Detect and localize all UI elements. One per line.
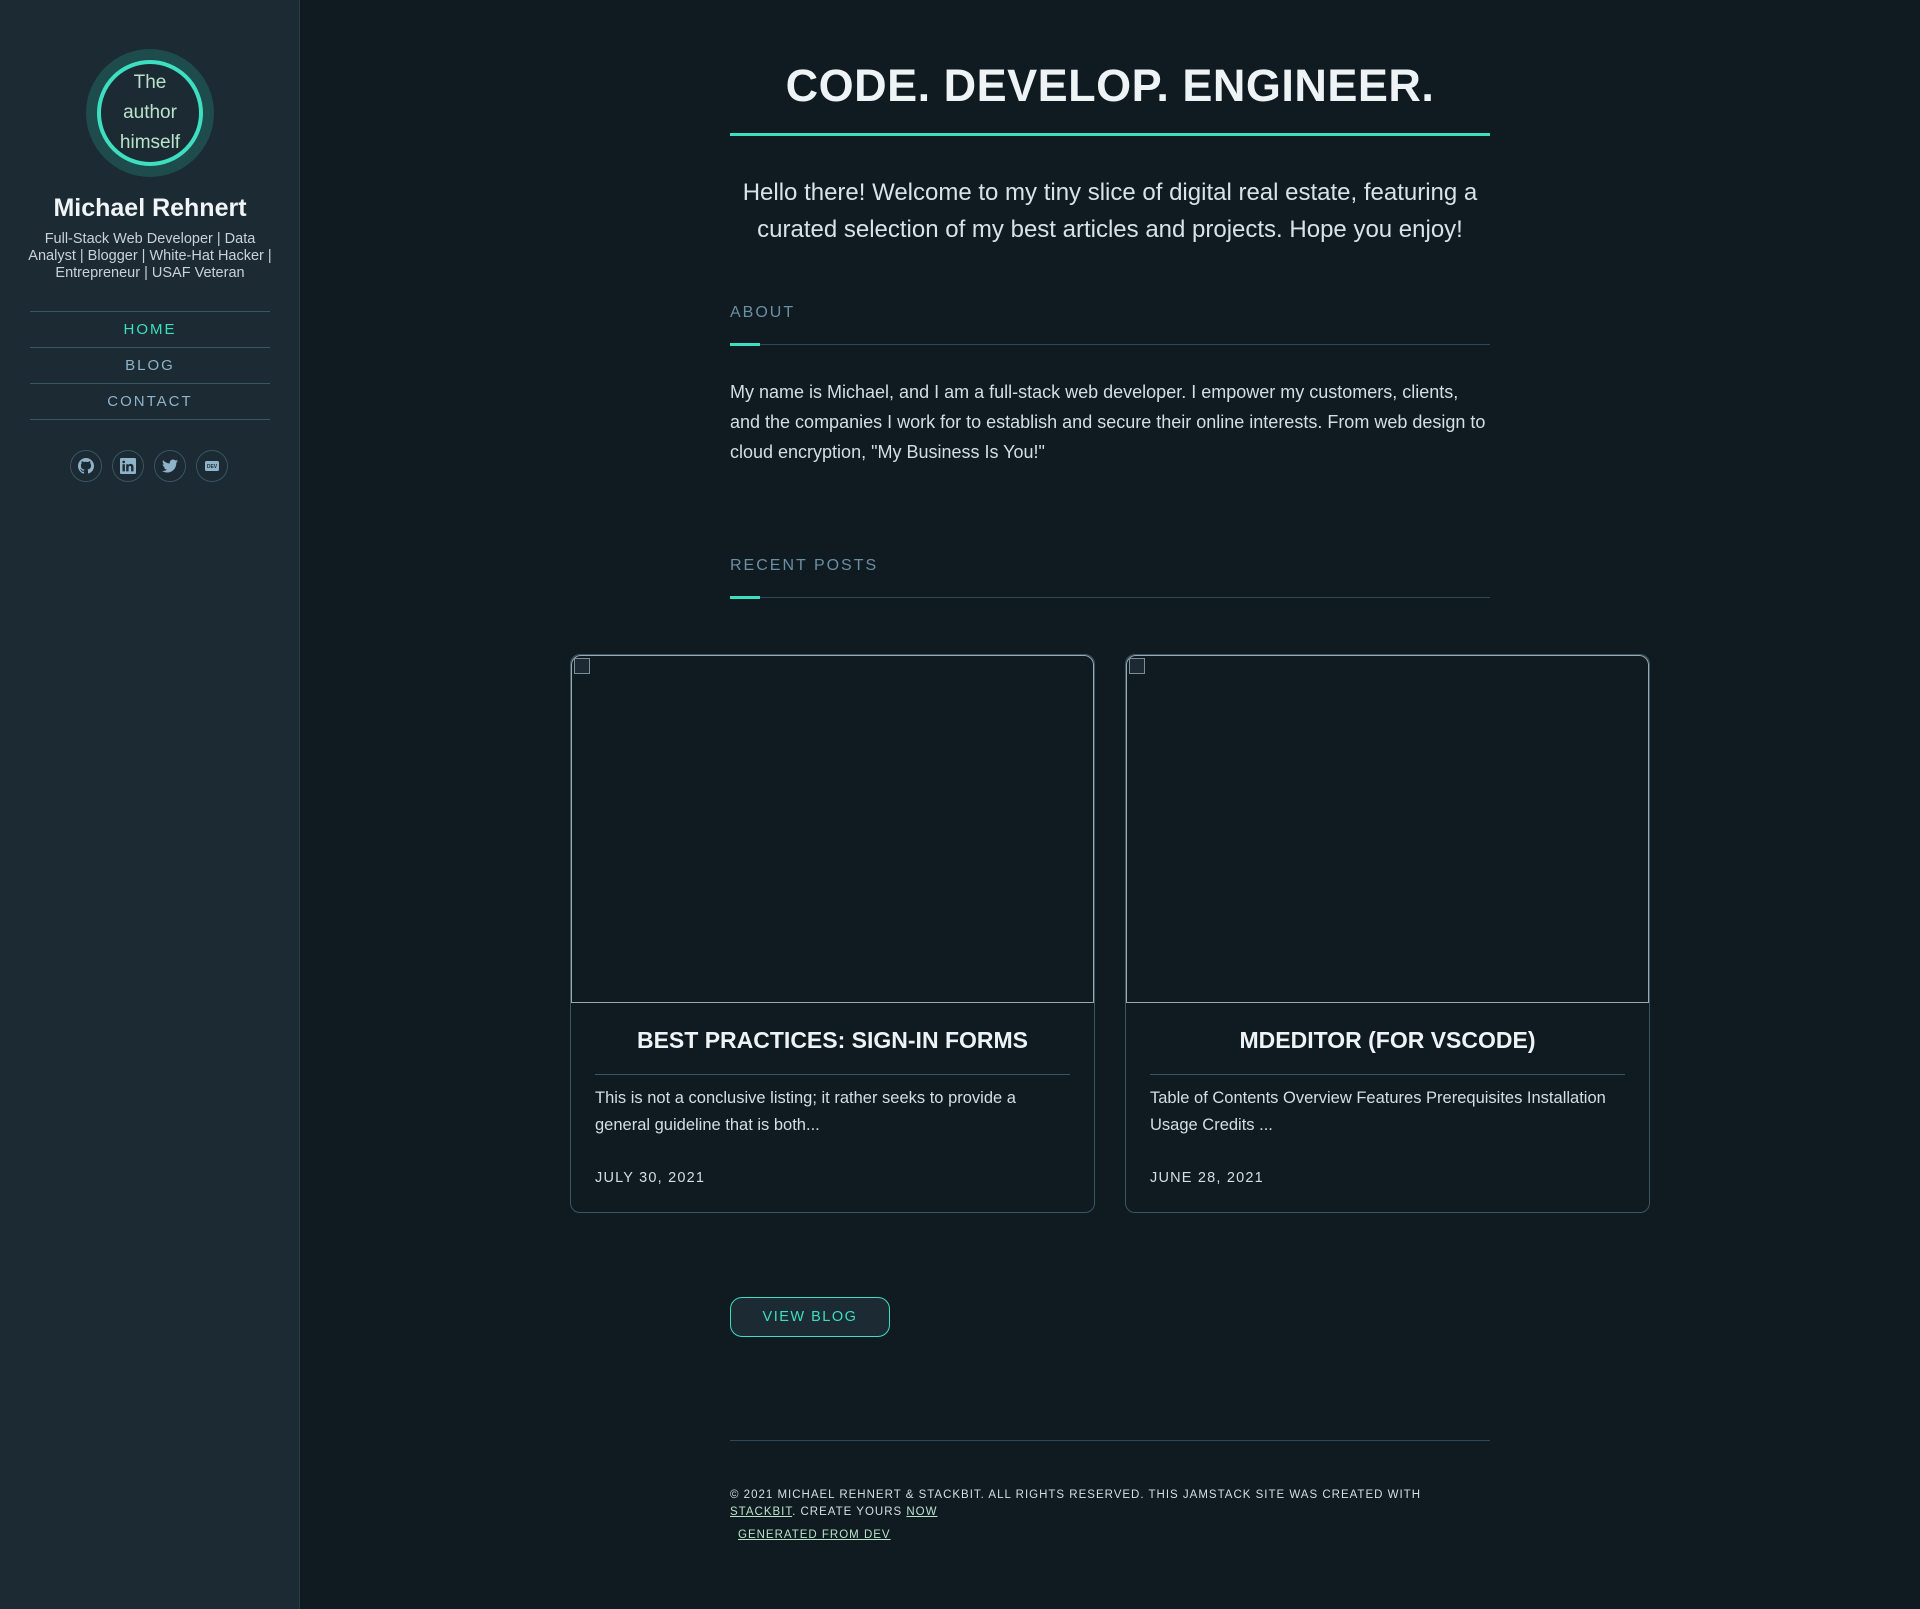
about-heading: ABOUT: [730, 304, 796, 321]
title-divider: [730, 133, 1490, 136]
post-card[interactable]: MDEDITOR (FOR VSCODE) Table of Contents …: [1125, 654, 1650, 1213]
stackbit-link[interactable]: STACKBIT: [730, 1506, 792, 1518]
generated-from-dev-link[interactable]: GENERATED FROM DEV: [738, 1527, 891, 1544]
post-date: JULY 30, 2021: [595, 1170, 706, 1186]
view-blog-button[interactable]: VIEW BLOG: [730, 1297, 890, 1337]
dev-icon[interactable]: DEV: [196, 450, 228, 482]
broken-image-icon: [1129, 658, 1145, 674]
post-excerpt: Table of Contents Overview Features Prer…: [1150, 1089, 1606, 1134]
linkedin-icon[interactable]: [112, 450, 144, 482]
post-date: JUNE 28, 2021: [1150, 1170, 1264, 1186]
nav-item-blog[interactable]: BLOG: [30, 348, 270, 384]
footer-copyright: © 2021 MICHAEL REHNERT & STACKBIT. ALL R…: [730, 1489, 1421, 1501]
page-title: CODE. DEVELOP. ENGINEER.: [785, 60, 1435, 111]
main-content: CODE. DEVELOP. ENGINEER. Hello there! We…: [300, 0, 1920, 1609]
intro-text: Hello there! Welcome to my tiny slice of…: [742, 179, 1478, 243]
avatar[interactable]: The author himself: [97, 60, 203, 166]
footer-divider: [730, 1440, 1490, 1441]
about-divider: [730, 343, 1490, 346]
post-card[interactable]: BEST PRACTICES: SIGN-IN FORMS This is no…: [570, 654, 1095, 1213]
github-icon[interactable]: [70, 450, 102, 482]
nav-item-contact[interactable]: CONTACT: [30, 384, 270, 420]
nav-item-home[interactable]: HOME: [30, 312, 270, 348]
post-thumbnail[interactable]: [571, 655, 1094, 1003]
footer: © 2021 MICHAEL REHNERT & STACKBIT. ALL R…: [730, 1487, 1490, 1544]
sidebar: The author himself Michael Rehnert Full-…: [0, 0, 300, 1609]
about-text: My name is Michael, and I am a full-stac…: [730, 382, 1486, 462]
footer-create-text: . CREATE YOURS: [792, 1506, 907, 1518]
recent-posts-heading: RECENT POSTS: [730, 557, 879, 574]
post-title[interactable]: MDEDITOR (FOR VSCODE): [1150, 1027, 1625, 1075]
svg-text:DEV: DEV: [207, 464, 218, 470]
post-cards: BEST PRACTICES: SIGN-IN FORMS This is no…: [570, 654, 1650, 1213]
broken-image-icon: [574, 658, 590, 674]
twitter-icon[interactable]: [154, 450, 186, 482]
social-links: DEV: [70, 450, 228, 482]
main-nav: HOME BLOG CONTACT: [30, 311, 270, 420]
avatar-ring: The author himself: [86, 49, 214, 177]
now-link[interactable]: NOW: [906, 1506, 937, 1518]
author-tagline: Full-Stack Web Developer | Data Analyst …: [28, 231, 272, 281]
post-title[interactable]: BEST PRACTICES: SIGN-IN FORMS: [595, 1027, 1070, 1075]
post-thumbnail[interactable]: [1126, 655, 1649, 1003]
recent-posts-divider: [730, 596, 1490, 599]
post-excerpt: This is not a conclusive listing; it rat…: [595, 1089, 1016, 1134]
author-name[interactable]: Michael Rehnert: [0, 194, 300, 223]
